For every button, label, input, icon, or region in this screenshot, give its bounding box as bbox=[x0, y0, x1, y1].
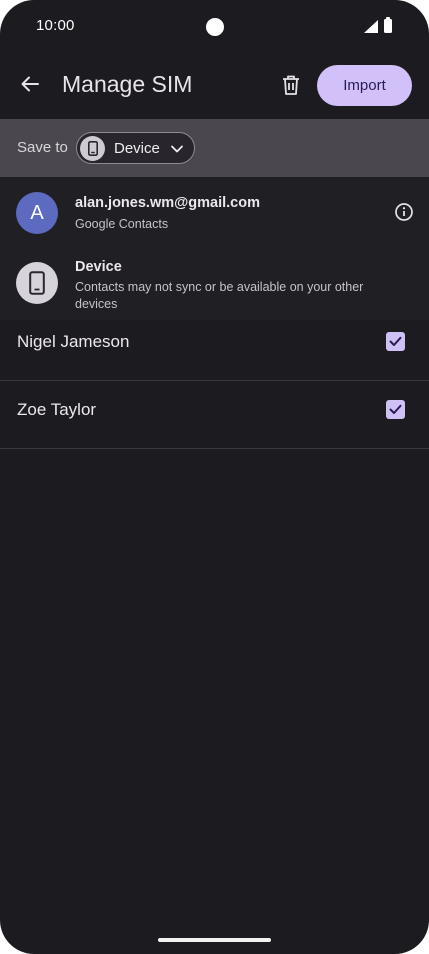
account-email: alan.jones.wm@gmail.com bbox=[75, 195, 260, 211]
save-to-label: Save to bbox=[17, 139, 68, 156]
device-title: Device bbox=[75, 259, 122, 275]
account-option-device[interactable]: Device Contacts may not sync or be avail… bbox=[0, 250, 429, 320]
phone-screen: 10:00 Manage SIM Import Save to Device A… bbox=[0, 0, 429, 954]
save-to-dropdown[interactable]: Device bbox=[76, 132, 195, 164]
contact-name: Zoe Taylor bbox=[17, 400, 97, 419]
import-button[interactable]: Import bbox=[317, 65, 412, 106]
save-to-bar: Save to Device bbox=[0, 119, 429, 177]
camera-cutout bbox=[206, 18, 224, 36]
contact-checkbox[interactable] bbox=[386, 332, 405, 351]
app-bar: Manage SIM Import bbox=[0, 54, 429, 118]
signal-icon bbox=[364, 20, 378, 33]
device-description: Contacts may not sync or be available on… bbox=[75, 280, 364, 311]
status-bar: 10:00 bbox=[0, 0, 429, 54]
contact-checkbox[interactable] bbox=[386, 400, 405, 419]
phone-icon bbox=[87, 141, 98, 156]
battery-icon bbox=[384, 17, 392, 33]
contact-name: Nigel Jameson bbox=[17, 332, 130, 351]
avatar: A bbox=[16, 192, 58, 234]
page-title: Manage SIM bbox=[62, 71, 193, 97]
device-avatar bbox=[16, 262, 58, 304]
chevron-down-icon bbox=[171, 145, 183, 153]
account-option-google[interactable]: A alan.jones.wm@gmail.com Google Contact… bbox=[0, 177, 429, 250]
avatar-letter: A bbox=[30, 201, 44, 224]
check-icon bbox=[389, 336, 402, 346]
phone-icon bbox=[29, 271, 45, 295]
contact-row[interactable]: Zoe Taylor bbox=[0, 382, 429, 449]
back-button[interactable] bbox=[14, 68, 46, 100]
arrow-back-icon bbox=[21, 76, 39, 92]
chip-device-avatar bbox=[80, 136, 105, 161]
chip-label: Device bbox=[114, 140, 160, 157]
check-icon bbox=[389, 404, 402, 414]
trash-icon bbox=[283, 75, 299, 95]
contact-row[interactable]: Nigel Jameson bbox=[0, 314, 429, 381]
account-type: Google Contacts bbox=[75, 217, 169, 231]
home-indicator[interactable] bbox=[158, 938, 271, 942]
delete-button[interactable] bbox=[274, 68, 308, 102]
info-icon[interactable] bbox=[393, 201, 415, 223]
status-time: 10:00 bbox=[36, 17, 75, 34]
